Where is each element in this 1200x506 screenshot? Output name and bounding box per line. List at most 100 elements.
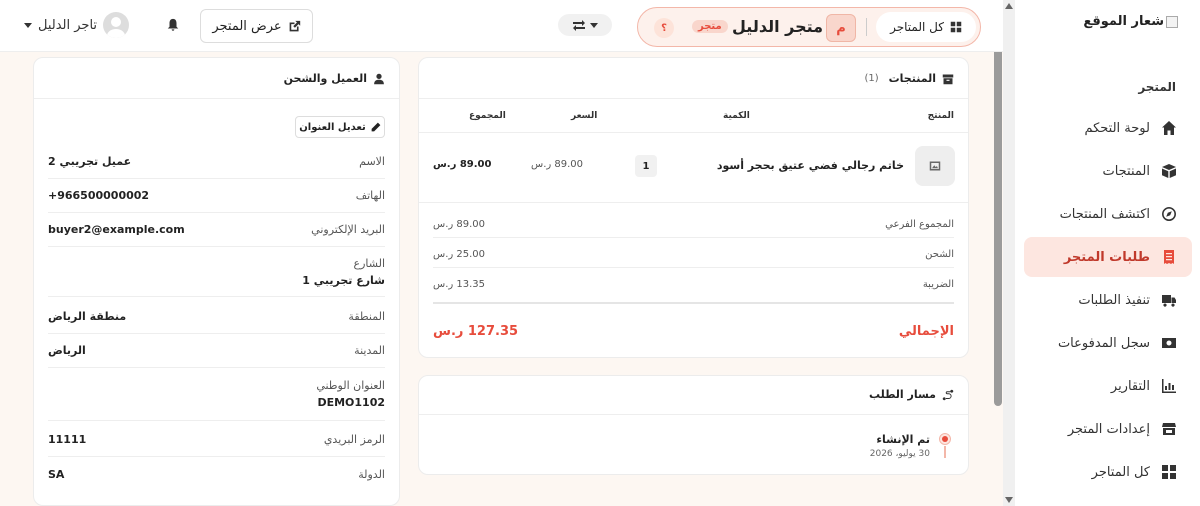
sidebar-item-payments[interactable]: سجل المدفوعات (1024, 323, 1192, 363)
divider (866, 18, 867, 36)
sidebar: شعار الموقع المتجر لوحة التحكم المنتجات … (1014, 0, 1200, 506)
timeline-event-date: 30 يوليو، 2026 (869, 449, 930, 459)
product-count: (1) (864, 73, 879, 84)
divider (419, 202, 968, 203)
switch-store-dropdown[interactable] (558, 14, 612, 36)
pencil-icon (371, 122, 381, 132)
field-label: الدولة (358, 467, 385, 481)
page-scrollbar[interactable] (994, 0, 1015, 506)
bell-icon[interactable] (166, 18, 180, 32)
field-value: عميل تجريبي 2 (48, 155, 132, 168)
sidebar-item-reports[interactable]: التقارير (1024, 366, 1192, 406)
product-quantity: 1 (635, 155, 657, 177)
sidebar-item-store-orders[interactable]: طلبات المتجر (1024, 237, 1192, 277)
all-stores-button[interactable]: كل المتاجر (876, 12, 976, 42)
sidebar-item-fulfillment[interactable]: تنفيذ الطلبات (1024, 280, 1192, 320)
summary-value: 13.35 ر.س (433, 279, 486, 290)
card-title: العميل والشحن (283, 72, 367, 85)
sidebar-item-label: سجل المدفوعات (1057, 335, 1150, 351)
divider (419, 98, 968, 99)
user-menu[interactable]: تاجر الدليل (24, 12, 130, 38)
field-row-email: البريد الإلكتروني buyer2@example.com (48, 213, 385, 247)
logo-text: شعار الموقع (1083, 14, 1164, 29)
field-value: +966500000002 (48, 189, 150, 202)
field-label: العنوان الوطني (316, 379, 385, 392)
grid-icon (950, 21, 962, 33)
route-icon (942, 389, 954, 400)
product-thumbnail[interactable] (915, 146, 955, 186)
external-link-icon (289, 20, 300, 31)
grand-total-label: الإجمالي (898, 324, 954, 339)
broken-image-icon (1166, 15, 1178, 28)
sidebar-item-store-settings[interactable]: إعدادات المتجر (1024, 409, 1192, 449)
avatar (103, 12, 130, 38)
column-header-total: المجموع (469, 111, 506, 121)
field-row-national-address: العنوان الوطني DEMO1102 (48, 368, 385, 421)
sidebar-item-label: المنتجات (1102, 163, 1150, 179)
column-header-quantity: الكمية (723, 111, 750, 121)
store-switcher[interactable]: كل المتاجر م متجر الدليل متجر ؟ (637, 7, 981, 47)
card-header: العميل والشحن (284, 72, 385, 85)
user-name: تاجر الدليل (38, 17, 98, 33)
card-header: مسار الطلب (869, 388, 954, 401)
store-icon (1160, 420, 1178, 438)
product-price: 89.00 ر.س (531, 159, 584, 170)
chevron-down-icon (590, 22, 598, 28)
help-icon[interactable]: ؟ (654, 18, 674, 38)
user-icon (374, 73, 384, 84)
all-stores-label: كل المتاجر (890, 20, 944, 34)
card-title: مسار الطلب (868, 388, 936, 401)
boxes-icon (1160, 162, 1178, 180)
store-name: متجر الدليل (732, 17, 824, 36)
summary-label: الشحن (925, 249, 954, 260)
sidebar-item-label: إعدادات المتجر (1067, 421, 1150, 437)
scrollbar-thumb[interactable] (994, 14, 1002, 406)
summary-row-subtotal: المجموع الفرعي 89.00 ر.س (433, 219, 954, 238)
products-card: المنتجات (1) المنتج الكمية السعر المجموع… (418, 57, 969, 358)
divider (419, 132, 968, 133)
sidebar-nav: لوحة التحكم المنتجات اكتشف المنتجات طلبا… (1024, 108, 1192, 495)
sidebar-item-all-stores[interactable]: كل المتاجر (1024, 452, 1192, 492)
view-store-button[interactable]: عرض المتجر (200, 9, 313, 43)
field-row-street: الشارع شارع تجريبي 1 (48, 247, 385, 297)
sidebar-item-label: كل المتاجر (1091, 464, 1150, 480)
site-logo[interactable]: شعار الموقع (1083, 14, 1178, 29)
summary-row-shipping: الشحن 25.00 ر.س (433, 249, 954, 268)
scroll-down-arrow[interactable] (1005, 497, 1013, 503)
column-header-price: السعر (571, 111, 598, 121)
grand-total-row: الإجمالي 127.35 ر.س (433, 324, 954, 339)
box-icon (942, 74, 954, 84)
sidebar-item-discover[interactable]: اكتشف المنتجات (1024, 194, 1192, 234)
sidebar-section-title: المتجر (1138, 80, 1176, 94)
field-label: الرمز البريدي (323, 433, 385, 446)
scroll-up-arrow[interactable] (1005, 3, 1013, 9)
field-label: البريد الإلكتروني (311, 223, 385, 236)
timeline-dot (939, 433, 951, 445)
field-value: 11111 (48, 433, 87, 446)
timeline-event-title: تم الإنشاء (876, 433, 930, 446)
product-total: 89.00 ر.س (433, 159, 492, 170)
sidebar-item-products[interactable]: المنتجات (1024, 151, 1192, 191)
order-path-card: مسار الطلب تم الإنشاء 30 يوليو، 2026 (418, 375, 969, 475)
swap-icon (573, 20, 585, 31)
sidebar-item-label: اكتشف المنتجات (1059, 206, 1150, 222)
grid-icon (1160, 463, 1178, 481)
top-bar: كل المتاجر م متجر الدليل متجر ؟ عرض المت… (0, 0, 1003, 52)
card-title: المنتجات (888, 72, 936, 85)
edit-address-label: تعديل العنوان (299, 121, 366, 133)
field-label: الاسم (359, 155, 385, 168)
summary-label: الضريبة (922, 279, 954, 290)
field-value: buyer2@example.com (48, 223, 185, 236)
sidebar-item-dashboard[interactable]: لوحة التحكم (1024, 108, 1192, 148)
divider (34, 98, 399, 99)
field-row-phone: الهاتف +966500000002 (48, 179, 385, 213)
summary-value: 89.00 ر.س (433, 219, 486, 230)
sidebar-item-label: تنفيذ الطلبات (1078, 292, 1150, 308)
field-label: الهاتف (355, 189, 385, 202)
edit-address-button[interactable]: تعديل العنوان (295, 116, 385, 138)
field-row-postal-code: الرمز البريدي 11111 (48, 423, 385, 457)
compass-icon (1160, 205, 1178, 223)
product-name[interactable]: خاتم رجالي فضي عتيق بحجر أسود (717, 159, 904, 172)
field-value: شارع تجريبي 1 (302, 273, 385, 287)
field-row-city: المدينة الرياض (48, 334, 385, 368)
